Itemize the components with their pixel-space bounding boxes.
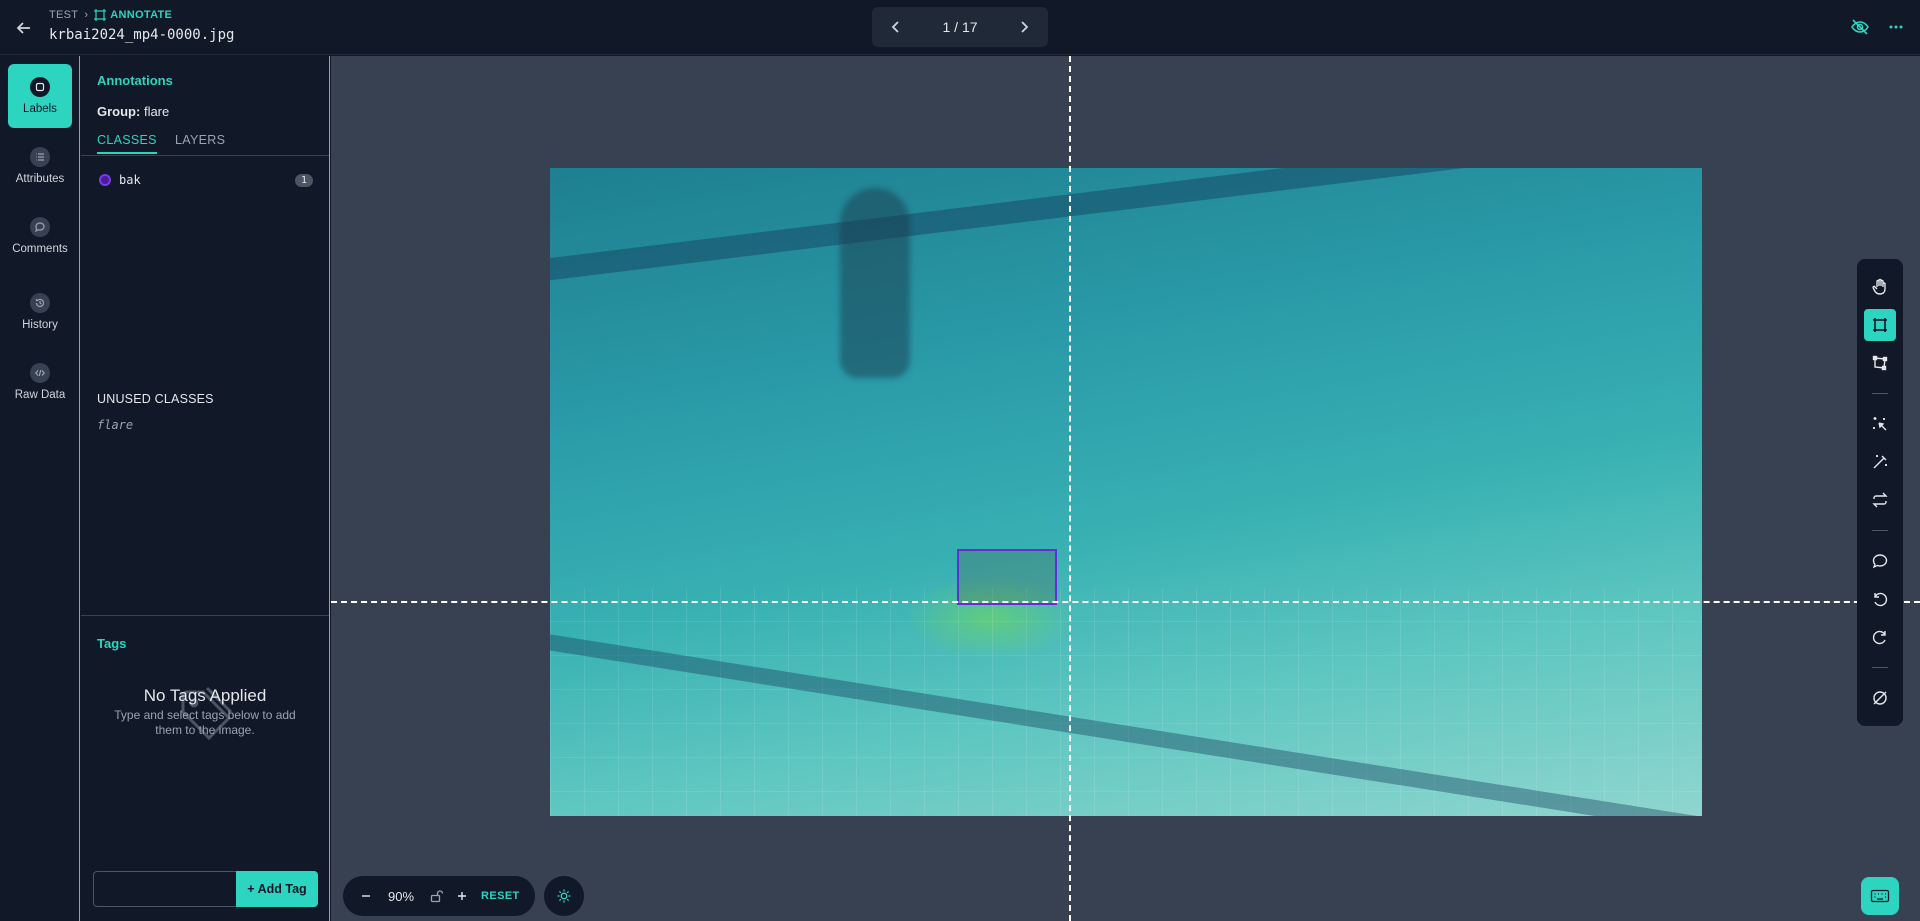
image-pager: 1 / 17 xyxy=(872,7,1048,47)
nav-labels[interactable]: Labels xyxy=(8,64,72,128)
breadcrumb-current: ANNOTATE xyxy=(94,9,172,21)
add-tag-label: Add Tag xyxy=(257,882,307,896)
breadcrumb: TEST › ANNOTATE xyxy=(49,9,172,21)
polygon-tool-icon[interactable] xyxy=(1864,347,1896,379)
clear-null-icon[interactable] xyxy=(1864,682,1896,714)
nav-label: Comments xyxy=(12,243,68,255)
annotations-panel: Annotations Group: flare CLASSES LAYERS … xyxy=(81,56,330,921)
unlock-icon[interactable] xyxy=(425,889,447,903)
pager-count: 1 / 17 xyxy=(942,19,978,35)
comment-tool-icon[interactable] xyxy=(1864,545,1896,577)
undo-icon[interactable] xyxy=(1864,583,1896,615)
divider xyxy=(81,615,329,616)
nav-raw-data[interactable]: Raw Data xyxy=(8,350,72,414)
list-icon xyxy=(30,147,50,167)
top-bar: TEST › ANNOTATE krbai2024_mp4-0000.jpg 1… xyxy=(0,0,1920,55)
toolbar-divider xyxy=(1872,667,1888,668)
tags-title: Tags xyxy=(97,636,127,651)
history-icon xyxy=(30,293,50,313)
tab-classes[interactable]: CLASSES xyxy=(97,133,157,154)
zoom-out-button[interactable] xyxy=(355,890,377,902)
smart-select-icon[interactable] xyxy=(1864,408,1896,440)
group-value: flare xyxy=(143,104,170,119)
panel-title: Annotations xyxy=(97,73,173,88)
pool-floor-tiles xyxy=(550,588,1702,816)
annotated-image[interactable] xyxy=(550,168,1702,816)
breadcrumb-current-label: ANNOTATE xyxy=(110,9,173,21)
hide-annotations-icon[interactable] xyxy=(1850,17,1870,37)
keyboard-icon xyxy=(1870,888,1890,904)
nav-label: History xyxy=(22,319,58,331)
left-nav: Labels Attributes Comments History Raw D… xyxy=(0,56,80,921)
annotate-icon xyxy=(94,9,107,21)
nav-label: Attributes xyxy=(15,173,65,185)
pan-hand-icon[interactable] xyxy=(1864,271,1896,303)
crosshair-vertical xyxy=(1069,56,1071,921)
no-tags-subtitle: Type and select tags below to add them t… xyxy=(114,708,296,737)
nav-label: Labels xyxy=(23,103,57,115)
nav-label: Raw Data xyxy=(14,389,66,401)
more-options-icon[interactable] xyxy=(1886,17,1906,37)
class-count-badge: 1 xyxy=(294,173,313,187)
tag-input[interactable] xyxy=(93,871,236,907)
pool-lane-stripe xyxy=(550,168,1702,285)
zoom-level: 90% xyxy=(387,888,415,904)
class-row-bak[interactable]: bak 1 xyxy=(97,171,313,189)
class-name: bak xyxy=(119,173,141,187)
tab-layers[interactable]: LAYERS xyxy=(175,133,225,152)
toolbar-divider xyxy=(1872,393,1888,394)
chevron-right-icon: › xyxy=(84,9,89,21)
tool-palette xyxy=(1857,259,1903,726)
repeat-icon[interactable] xyxy=(1864,484,1896,516)
redo-icon[interactable] xyxy=(1864,621,1896,653)
no-tags-title: No Tags Applied xyxy=(143,686,267,705)
unused-class-item[interactable]: flare xyxy=(97,418,133,432)
next-image-button[interactable] xyxy=(1014,17,1034,37)
magic-wand-icon[interactable] xyxy=(1864,446,1896,478)
panel-tabs: CLASSES LAYERS xyxy=(81,133,329,156)
bounding-box-bak[interactable] xyxy=(957,549,1057,605)
group-info: Group: flare xyxy=(97,104,169,119)
annotation-canvas[interactable] xyxy=(331,56,1920,921)
zoom-controls: 90% RESET xyxy=(343,876,535,916)
sun-icon xyxy=(556,888,572,904)
zoom-in-button[interactable] xyxy=(447,890,477,902)
zoom-reset-button[interactable]: RESET xyxy=(481,890,520,902)
add-tag-button[interactable]: + Add Tag xyxy=(236,871,318,907)
bounding-box-tool-icon[interactable] xyxy=(1864,309,1896,341)
keyboard-shortcuts-button[interactable] xyxy=(1861,877,1899,915)
comment-icon xyxy=(30,217,50,237)
nav-history[interactable]: History xyxy=(8,280,72,344)
back-arrow-icon[interactable] xyxy=(14,18,34,38)
plus-icon: + xyxy=(247,882,255,896)
code-icon xyxy=(30,363,50,383)
swimmer-figure xyxy=(840,188,910,378)
class-color-dot xyxy=(99,174,111,186)
group-label: Group: xyxy=(97,104,141,119)
toolbar-divider xyxy=(1872,530,1888,531)
nav-comments[interactable]: Comments xyxy=(8,204,72,268)
unused-classes-title: UNUSED CLASSES xyxy=(97,392,214,406)
file-name: krbai2024_mp4-0000.jpg xyxy=(49,27,235,43)
nav-attributes[interactable]: Attributes xyxy=(8,134,72,198)
crosshair-horizontal xyxy=(331,601,1920,603)
breadcrumb-root[interactable]: TEST xyxy=(49,9,78,21)
brightness-button[interactable] xyxy=(544,876,584,916)
prev-image-button[interactable] xyxy=(886,17,906,37)
label-icon xyxy=(30,77,50,97)
